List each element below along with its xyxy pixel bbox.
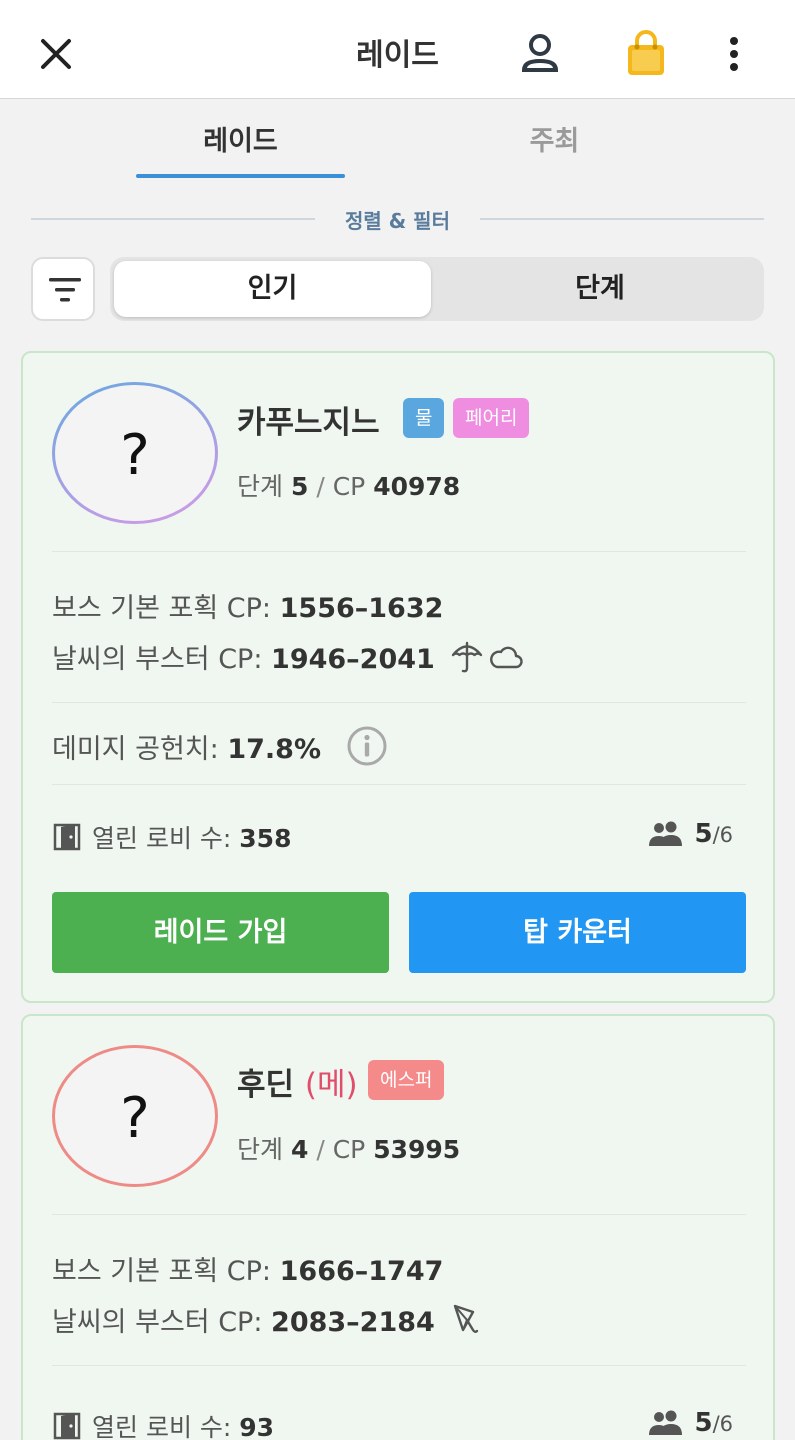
tier-cp: 단계 5 / CP 40978 bbox=[237, 472, 461, 501]
door-icon bbox=[53, 1412, 81, 1440]
cp-value: 53995 bbox=[373, 1135, 461, 1164]
cp-value: 40978 bbox=[373, 472, 461, 501]
card-divider bbox=[52, 551, 746, 552]
tier-label: 단계 bbox=[237, 1135, 284, 1164]
tier-value: 5 bbox=[290, 472, 309, 501]
door-icon bbox=[53, 823, 81, 851]
boss-name: 카푸느지느 bbox=[237, 405, 380, 441]
top-counters-button[interactable]: 탑 카운터 bbox=[409, 892, 746, 973]
active-tab-indicator bbox=[136, 174, 345, 178]
sort-option-tier[interactable]: 단계 bbox=[440, 261, 760, 317]
boosted-cp-row: 날씨의 부스터 CP: 1946–2041 bbox=[52, 644, 435, 675]
shopping-bag-icon[interactable] bbox=[624, 30, 668, 78]
damage-row: 데미지 공헌치: 17.8% bbox=[52, 734, 321, 765]
page-title: 레이드 bbox=[356, 38, 439, 73]
windy-icon bbox=[453, 1304, 479, 1333]
user-icon[interactable] bbox=[518, 32, 562, 76]
tab-raid[interactable]: 레이드 bbox=[136, 120, 345, 180]
type-badge-water: 물 bbox=[403, 398, 445, 438]
boosted-cp-row: 날씨의 부스터 CP: 2083–2184 bbox=[52, 1307, 435, 1338]
sort-filter-label: 정렬 & 필터 bbox=[345, 209, 450, 233]
card-divider bbox=[52, 702, 746, 703]
tier-label: 단계 bbox=[237, 472, 284, 501]
divider-left bbox=[31, 218, 315, 220]
tab-hosting[interactable]: 주최 bbox=[450, 120, 659, 180]
raid-card: ? 후딘 (메) 에스퍼 단계 4 / CP 53995 보스 기본 포획 CP… bbox=[21, 1014, 775, 1440]
group-icon bbox=[649, 821, 683, 846]
cp-label: CP bbox=[332, 472, 366, 501]
card-divider bbox=[52, 784, 746, 785]
type-badge-fairy: 페어리 bbox=[453, 398, 530, 438]
base-cp-row: 보스 기본 포획 CP: 1556–1632 bbox=[52, 593, 444, 624]
type-badge-psychic: 에스퍼 bbox=[368, 1060, 445, 1100]
party-size: 5/6 bbox=[648, 819, 733, 849]
sort-segmented-control: 인기 단계 bbox=[110, 257, 764, 321]
boss-form: (메) bbox=[304, 1067, 358, 1103]
divider-right bbox=[480, 218, 764, 220]
cp-label: CP bbox=[332, 1135, 366, 1164]
tier-value: 4 bbox=[290, 1135, 309, 1164]
filter-icon bbox=[49, 278, 81, 302]
raid-card: ? 카푸느지느 물 페어리 단계 5 / CP 40978 보스 기본 포획 C… bbox=[21, 351, 775, 1003]
card-divider bbox=[52, 1214, 746, 1215]
filter-button[interactable] bbox=[31, 257, 95, 321]
boss-avatar: ? bbox=[52, 1045, 218, 1187]
open-lobbies-row: 열린 로비 수: 93 bbox=[52, 1408, 274, 1440]
top-app-bar: 레이드 bbox=[0, 0, 795, 99]
base-cp-row: 보스 기본 포획 CP: 1666–1747 bbox=[52, 1256, 444, 1287]
sort-option-popular[interactable]: 인기 bbox=[114, 261, 431, 317]
unknown-boss-placeholder: ? bbox=[120, 1086, 150, 1151]
open-lobbies-row: 열린 로비 수: 358 bbox=[52, 819, 291, 855]
close-icon[interactable] bbox=[36, 34, 76, 74]
unknown-boss-placeholder: ? bbox=[120, 423, 150, 488]
party-size: 5/6 bbox=[648, 1408, 733, 1438]
card-divider bbox=[52, 1365, 746, 1366]
group-icon bbox=[649, 1410, 683, 1435]
join-raid-button[interactable]: 레이드 가입 bbox=[52, 892, 389, 973]
umbrella-icon bbox=[451, 641, 483, 673]
more-vertical-icon[interactable] bbox=[720, 34, 748, 74]
boss-avatar: ? bbox=[52, 382, 218, 524]
info-icon[interactable] bbox=[347, 726, 387, 766]
tier-cp: 단계 4 / CP 53995 bbox=[237, 1135, 461, 1164]
boss-name: 후딘 (메) bbox=[237, 1067, 358, 1103]
cloud-icon bbox=[490, 646, 523, 669]
